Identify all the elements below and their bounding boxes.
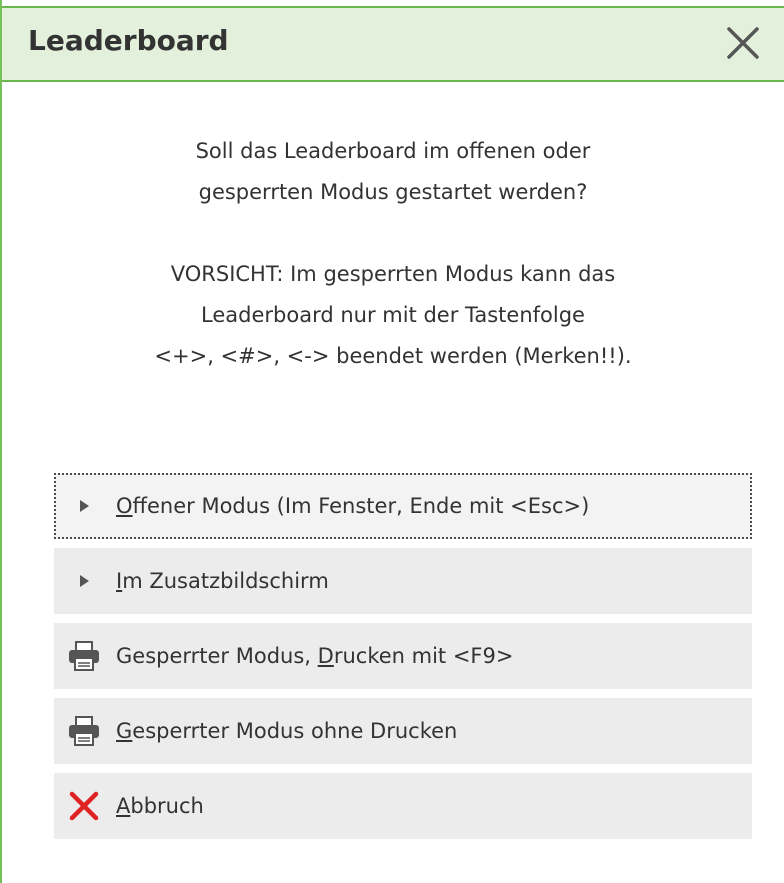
warning-line: VORSICHT: Im gesperrten Modus kann das <box>170 262 616 286</box>
additional-screen-button[interactable]: Im Zusatzbildschirm <box>54 548 752 614</box>
printer-icon <box>66 713 102 749</box>
close-icon <box>727 27 759 59</box>
option-label: Gesperrter Modus, Drucken mit <F9> <box>116 644 514 668</box>
cancel-button[interactable]: Abbruch <box>54 773 752 839</box>
option-label: Gesperrter Modus ohne Drucken <box>116 719 458 743</box>
warning-line: <+>, <#>, <-> beendet werden (Merken!!). <box>154 344 632 368</box>
locked-mode-no-print-button[interactable]: Gesperrter Modus ohne Drucken <box>54 698 752 764</box>
dialog-title: Leaderboard <box>28 24 229 57</box>
triangle-right-icon <box>66 563 102 599</box>
message-line: Soll das Leaderboard im offenen oder <box>195 139 591 163</box>
dialog-message: Soll das Leaderboard im offenen oder ges… <box>2 131 784 377</box>
title-bar: Leaderboard <box>2 6 784 82</box>
message-line-blank <box>2 213 784 254</box>
warning-line: Leaderboard nur mit der Tastenfolge <box>201 303 585 327</box>
option-label: Im Zusatzbildschirm <box>116 569 329 593</box>
options-list: Offener Modus (Im Fenster, Ende mit <Esc… <box>54 473 752 848</box>
red-x-icon <box>66 788 102 824</box>
printer-icon <box>66 638 102 674</box>
close-button[interactable] <box>720 20 766 66</box>
option-label: Offener Modus (Im Fenster, Ende mit <Esc… <box>116 494 590 518</box>
leaderboard-dialog: Leaderboard Soll das Leaderboard im offe… <box>0 0 784 883</box>
open-mode-button[interactable]: Offener Modus (Im Fenster, Ende mit <Esc… <box>54 473 752 539</box>
locked-mode-print-button[interactable]: Gesperrter Modus, Drucken mit <F9> <box>54 623 752 689</box>
triangle-right-icon <box>66 488 102 524</box>
option-label: Abbruch <box>116 794 204 818</box>
message-line: gesperrten Modus gestartet werden? <box>198 180 588 204</box>
